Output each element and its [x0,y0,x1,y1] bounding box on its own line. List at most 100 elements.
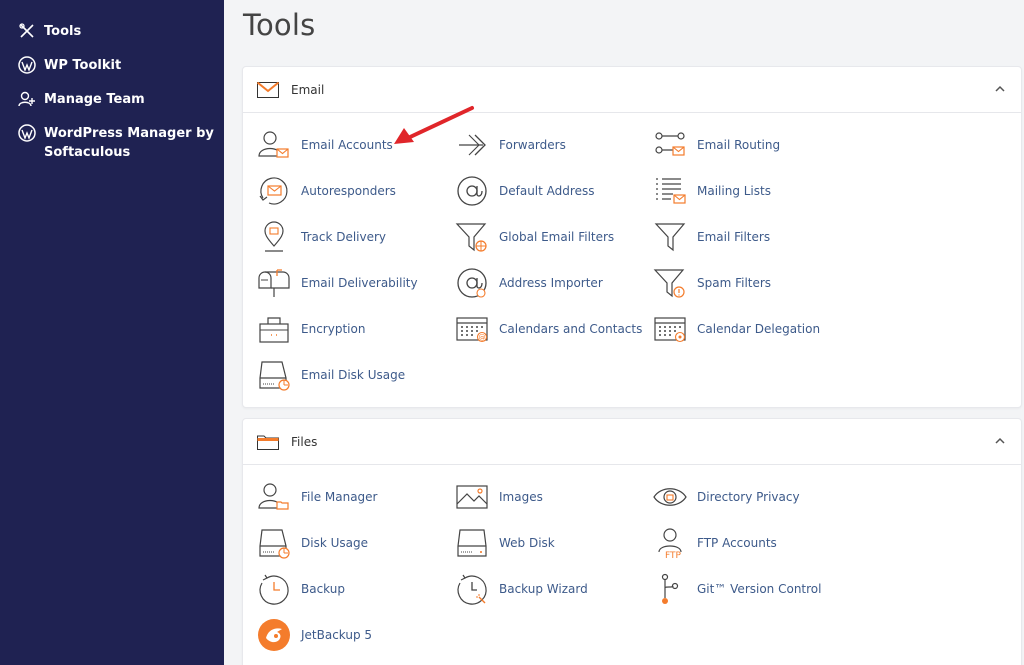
tool-label: Default Address [499,184,595,198]
wordpress-icon [18,56,36,74]
tool-git-version-control[interactable]: Git™ Version Control [653,571,843,607]
tool-label: Global Email Filters [499,230,615,244]
spam-filter-icon [653,269,685,298]
files-panel-header[interactable]: Files [243,419,1021,465]
tool-track-delivery[interactable]: Track Delivery [257,219,447,255]
tool-default-address[interactable]: Default Address [455,173,645,209]
calendar-delegation-icon [654,317,686,343]
tool-label: Web Disk [499,536,555,550]
sidebar-item-wordpress-manager[interactable]: WordPress Manager by Softaculous [18,124,229,162]
svg-text:@: @ [479,334,486,342]
tool-email-filters[interactable]: Email Filters [653,219,843,255]
tool-file-manager[interactable]: File Manager [257,479,447,515]
tool-disk-usage[interactable]: Disk Usage [257,525,447,561]
tools-icon [19,23,34,38]
sidebar: Tools WP Toolkit Manage Team WordPress M… [0,0,224,665]
tool-label: File Manager [301,490,378,504]
mailbox-icon [258,269,290,297]
sidebar-item-label: Manage Team [44,92,145,107]
encryption-icon [259,317,289,343]
tool-email-disk-usage[interactable]: Email Disk Usage [257,357,447,393]
calendar-icon: @ [456,317,488,343]
sidebar-item-manage-team[interactable]: Manage Team [18,90,229,109]
tool-label: JetBackup 5 [301,628,373,642]
tool-label: Email Disk Usage [301,368,406,382]
location-pin-icon [264,221,284,252]
git-icon [661,573,679,604]
tool-label: Calendar Delegation [697,322,821,336]
tool-ftp-accounts[interactable]: FTP FTP Accounts [653,525,843,561]
tool-global-email-filters[interactable]: Global Email Filters [455,219,645,255]
tool-email-deliverability[interactable]: Email Deliverability [257,265,447,301]
sidebar-item-tools[interactable]: Tools [18,22,229,41]
at-sign-import-icon [457,268,487,298]
panel-title: Email [291,82,325,97]
jetbackup-icon [258,619,290,651]
tool-label: Forwarders [499,138,566,152]
ftp-accounts-icon: FTP [658,528,682,560]
tool-label: Directory Privacy [697,490,800,504]
tool-label: Calendars and Contacts [499,322,643,336]
images-icon [456,485,488,509]
tool-label: Backup [301,582,345,596]
tool-label: Encryption [301,322,366,336]
tool-email-routing[interactable]: Email Routing [653,127,843,163]
tool-label: Track Delivery [301,230,387,244]
tool-calendar-delegation[interactable]: Calendar Delegation [653,311,843,347]
files-panel: Files File Manager Images Directory Priv… [242,418,1022,665]
tool-label: Mailing Lists [697,184,771,198]
folder-icon [257,435,279,450]
tool-images[interactable]: Images [455,479,645,515]
forwarders-icon [459,134,486,156]
email-routing-icon [655,132,685,156]
file-manager-icon [258,483,289,510]
at-sign-icon [457,176,487,206]
tool-mailing-lists[interactable]: Mailing Lists [653,173,843,209]
tool-label: FTP Accounts [697,536,777,550]
tool-label: Spam Filters [697,276,772,290]
email-accounts-icon [258,131,289,158]
disk-usage-icon [259,529,290,559]
tool-label: Git™ Version Control [697,582,822,596]
tool-label: Email Deliverability [301,276,418,290]
tool-forwarders[interactable]: Forwarders [455,127,645,163]
tool-jetbackup[interactable]: JetBackup 5 [257,617,447,653]
autoresponders-icon [259,177,288,205]
tool-encryption[interactable]: Encryption [257,311,447,347]
tool-email-accounts[interactable]: Email Accounts [257,127,447,163]
user-add-icon [18,91,35,107]
tool-calendars-and-contacts[interactable]: @ Calendars and Contacts [455,311,645,347]
tool-address-importer[interactable]: Address Importer [455,265,645,301]
disk-usage-icon [259,361,290,391]
tool-directory-privacy[interactable]: Directory Privacy [653,479,843,515]
tool-autoresponders[interactable]: Autoresponders [257,173,447,209]
tool-backup[interactable]: Backup [257,571,447,607]
chevron-up-icon[interactable] [993,434,1007,448]
mailing-lists-icon [656,178,686,204]
sidebar-item-label: Tools [44,24,82,39]
sidebar-item-label: WordPress Manager by Softaculous [44,126,214,160]
panel-title: Files [291,434,318,449]
tool-label: Backup Wizard [499,582,588,596]
globe-filter-icon [455,223,487,252]
email-panel-header[interactable]: Email [243,67,1021,113]
eye-icon [653,488,687,506]
backup-wizard-icon [457,574,487,605]
tool-web-disk[interactable]: Web Disk [455,525,645,561]
tool-label: Images [499,490,543,504]
main-content: Tools Email Email Accounts Forwarders Em… [224,0,1024,665]
envelope-icon [257,81,279,98]
tool-label: Email Routing [697,138,781,152]
sidebar-item-label: WP Toolkit [44,58,122,73]
wordpress-icon [18,124,36,142]
chevron-up-icon[interactable] [993,82,1007,96]
email-panel: Email Email Accounts Forwarders Email Ro… [242,66,1022,408]
page-title: Tools [243,8,316,42]
svg-text:FTP: FTP [665,551,682,560]
tool-label: Disk Usage [301,536,368,550]
tool-backup-wizard[interactable]: Backup Wizard [455,571,645,607]
sidebar-item-wp-toolkit[interactable]: WP Toolkit [18,56,229,75]
tool-label: Address Importer [499,276,603,290]
web-disk-icon [457,529,487,557]
tool-spam-filters[interactable]: Spam Filters [653,265,843,301]
